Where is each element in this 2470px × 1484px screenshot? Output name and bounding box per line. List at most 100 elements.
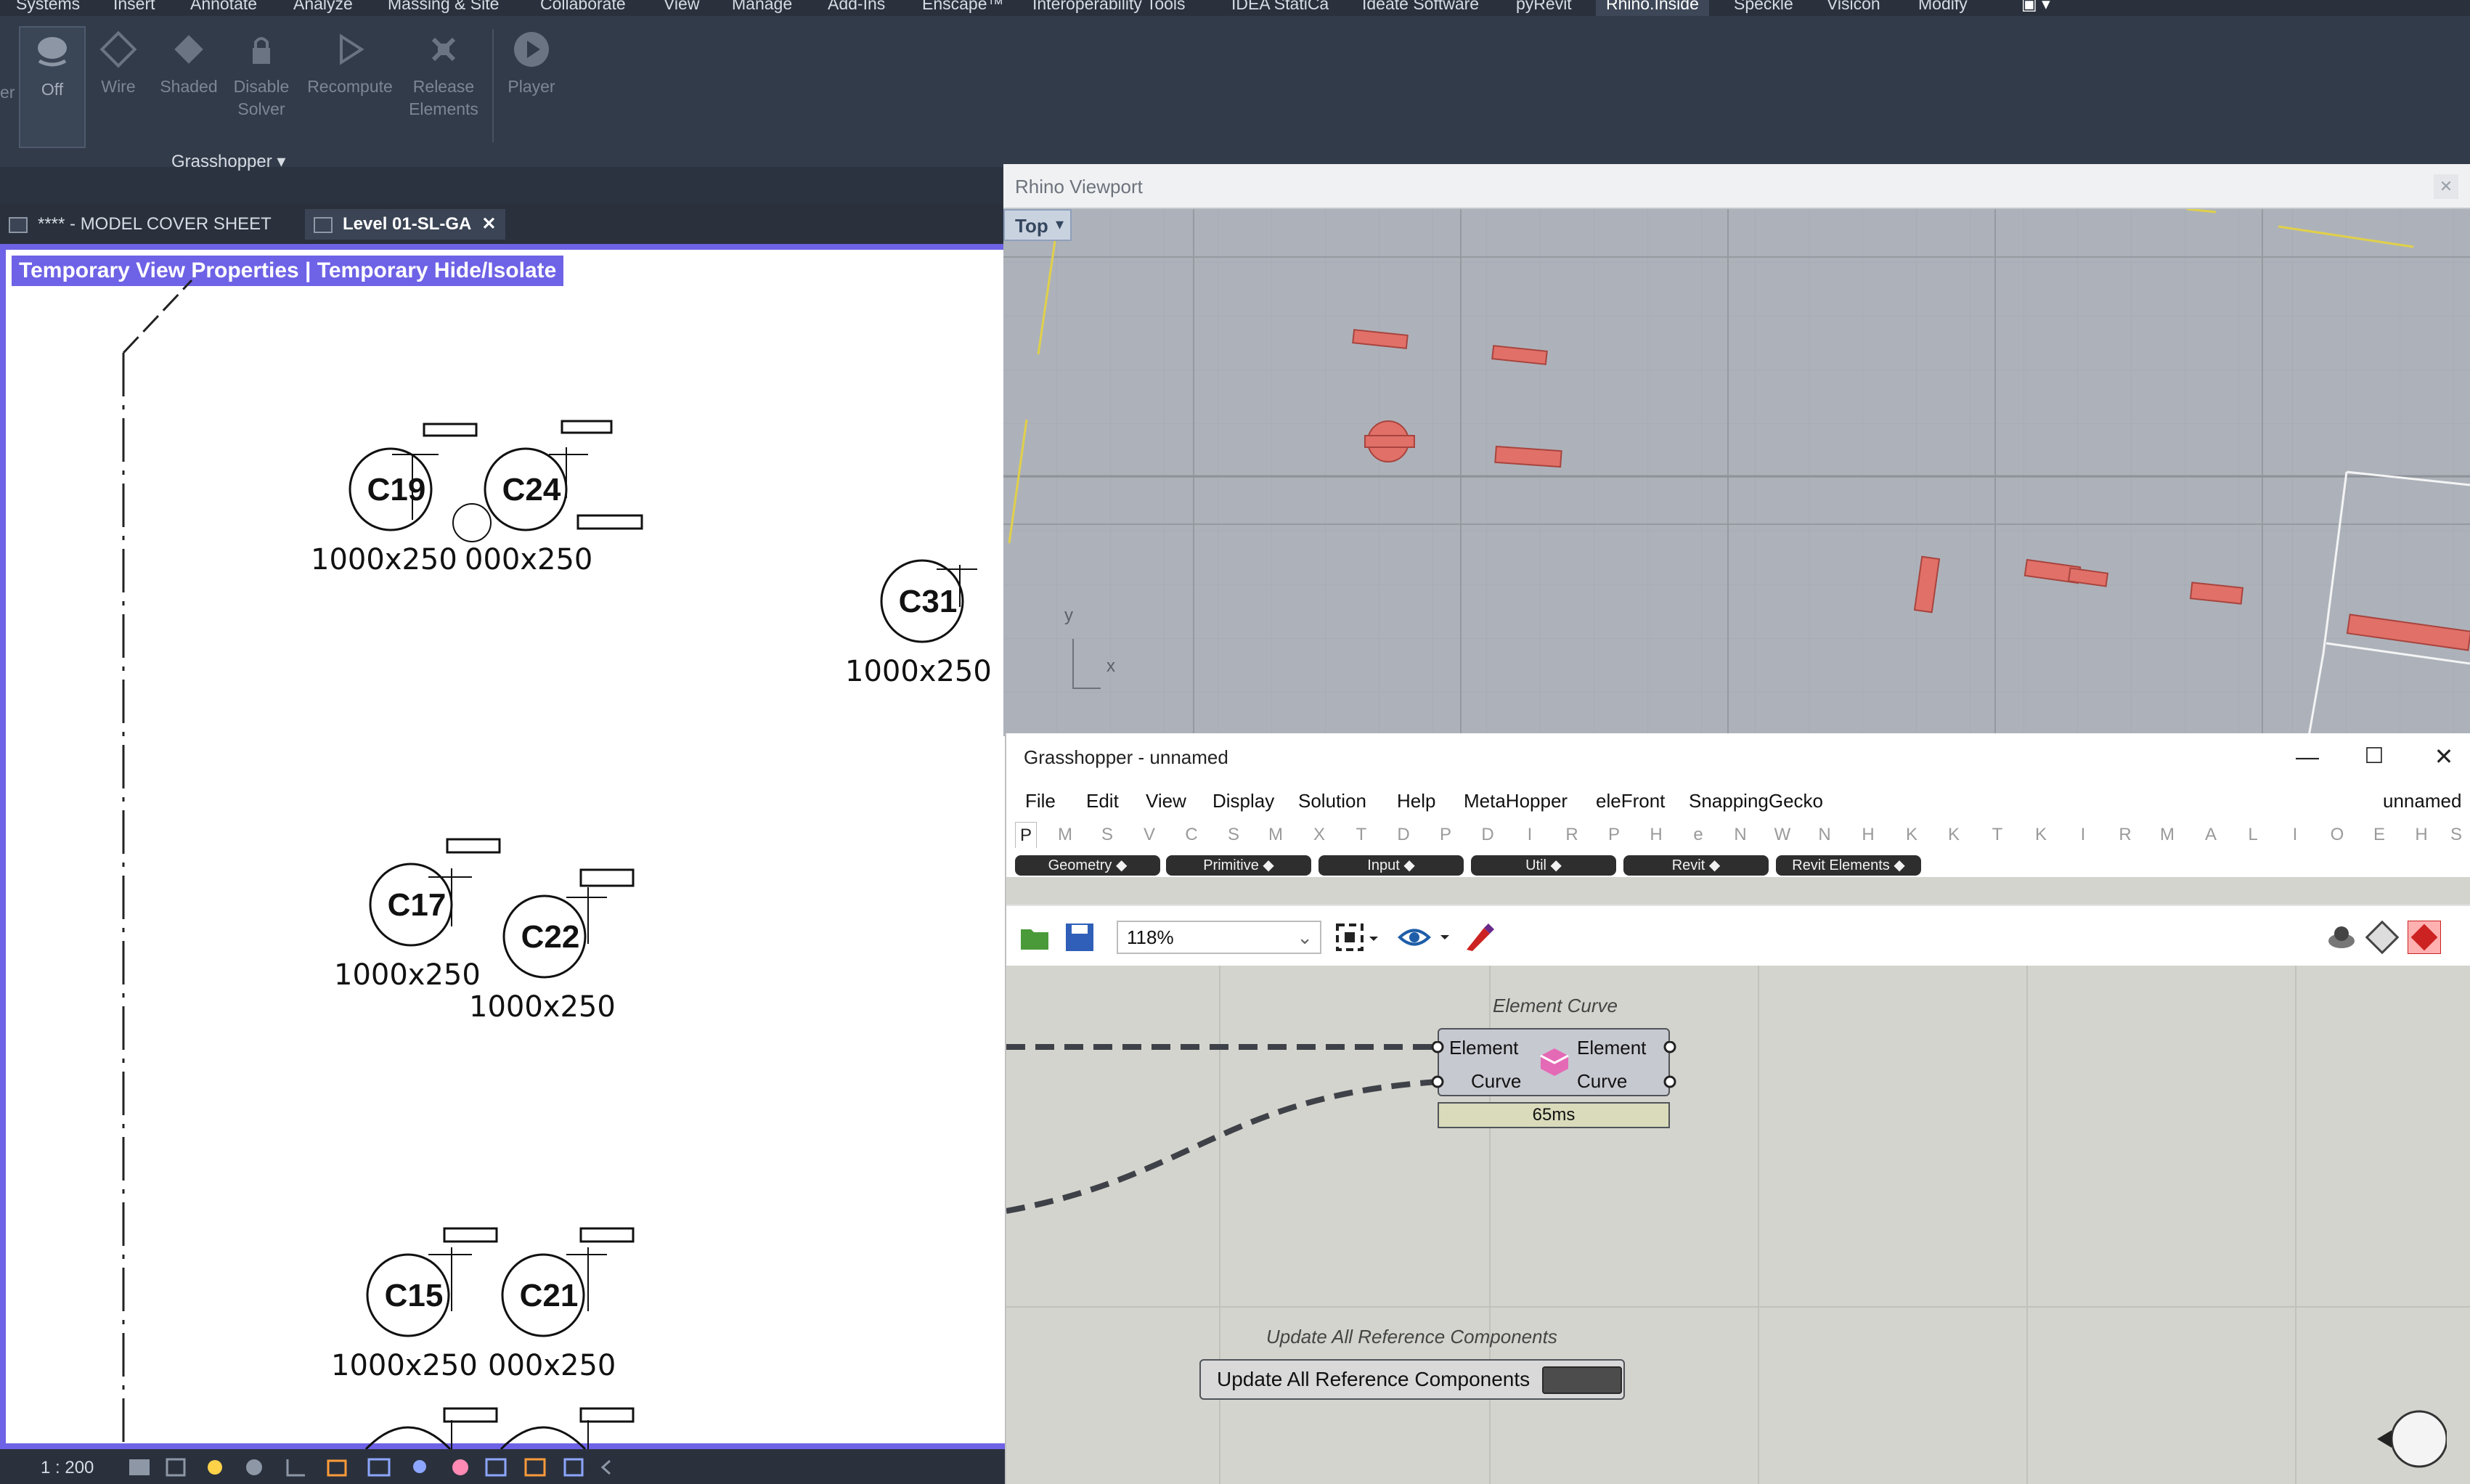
output-curve[interactable]: Curve — [1577, 1070, 1627, 1093]
menu-systems[interactable]: Systems — [16, 0, 80, 16]
navigation-compass-icon[interactable] — [2374, 1407, 2447, 1472]
output-element[interactable]: Element — [1577, 1037, 1646, 1059]
tab-n2[interactable]: N — [1814, 825, 1835, 845]
view-control-icons[interactable] — [128, 1456, 621, 1478]
tab-h[interactable]: H — [1645, 825, 1667, 845]
menu-help[interactable]: Help — [1397, 790, 1435, 812]
menu-interoperability-tools[interactable]: Interoperability Tools — [1032, 0, 1186, 16]
tab-e[interactable]: e — [1687, 825, 1709, 845]
menu-pyrevit[interactable]: pyRevit — [1516, 0, 1572, 16]
input-curve[interactable]: Curve — [1471, 1070, 1521, 1093]
column-tag-c31[interactable]: C31 — [881, 584, 974, 620]
group-primitive[interactable]: Primitive ◆ — [1166, 855, 1311, 876]
tab-display[interactable]: D — [1393, 825, 1414, 845]
tab-k3[interactable]: K — [2030, 825, 2052, 845]
camera-dropdown-icon[interactable]: ▣ ▾ — [2021, 0, 2050, 16]
tab-curve[interactable]: C — [1181, 825, 1202, 845]
menu-analyze[interactable]: Analyze — [293, 0, 353, 16]
maximize-icon[interactable]: ☐ — [2360, 741, 2389, 772]
tab-w[interactable]: W — [1772, 825, 1793, 845]
menu-solution[interactable]: Solution — [1298, 790, 1366, 812]
tab-t[interactable]: T — [1986, 825, 2008, 845]
column-tag-c15[interactable]: C15 — [367, 1278, 460, 1314]
tab-i3[interactable]: I — [2284, 825, 2306, 845]
recompute-button[interactable]: Recompute — [299, 29, 401, 98]
menu-idea-statica[interactable]: IDEA StatiCa — [1231, 0, 1329, 16]
grasshopper-canvas[interactable]: Element Curve Element Curve Element Curv… — [1006, 966, 2470, 1484]
tab-h2[interactable]: H — [1857, 825, 1879, 845]
rhino-viewport-canvas[interactable] — [1003, 209, 2470, 736]
tab-transform[interactable]: T — [1350, 825, 1372, 845]
zoom-combobox[interactable]: 118% ⌄ — [1117, 921, 1321, 954]
shaded-preview-icon[interactable] — [2365, 921, 2399, 954]
view-scale[interactable]: 1 : 200 — [41, 1458, 94, 1478]
menu-annotate[interactable]: Annotate — [190, 0, 257, 16]
button-toggle[interactable] — [1542, 1366, 1622, 1394]
tab-k2[interactable]: K — [1943, 825, 1965, 845]
tab-sets[interactable]: S — [1096, 825, 1118, 845]
tab-p2[interactable]: P — [1603, 825, 1625, 845]
viewport-name-tab[interactable]: Top ▾ — [1003, 209, 1072, 241]
tab-intersect[interactable]: X — [1308, 825, 1330, 845]
tab-i2[interactable]: I — [2072, 825, 2094, 845]
save-file-icon[interactable] — [1063, 921, 1096, 954]
tab-level-01-sl-ga[interactable]: Level 01-SL-GA ✕ — [305, 209, 505, 240]
menu-elefront[interactable]: eleFront — [1596, 790, 1665, 812]
grasshopper-panel-title[interactable]: Grasshopper ▾ — [171, 151, 285, 172]
tab-p[interactable]: P — [1435, 825, 1456, 845]
off-button[interactable]: Off — [19, 26, 86, 148]
tab-a[interactable]: A — [2200, 825, 2222, 845]
menu-manage[interactable]: Manage — [732, 0, 792, 16]
tab-h3[interactable]: H — [2410, 825, 2432, 845]
menu-insert[interactable]: Insert — [113, 0, 155, 16]
group-input[interactable]: Input ◆ — [1318, 855, 1464, 876]
group-revit-elements[interactable]: Revit Elements ◆ — [1776, 855, 1921, 876]
update-all-reference-components-button[interactable]: Update All Reference Components — [1199, 1359, 1625, 1400]
open-file-icon[interactable] — [1018, 921, 1051, 954]
menu-enscape[interactable]: Enscape™ — [922, 0, 1004, 16]
close-icon[interactable]: ✕ — [2429, 741, 2458, 772]
column-tag-c19[interactable]: C19 — [350, 472, 443, 508]
column-tag-c24[interactable]: C24 — [485, 472, 578, 508]
rhino-viewport-window[interactable]: Rhino Viewport ✕ Top ▾ y x — [1003, 164, 2470, 736]
preview-eye-icon[interactable] — [1397, 922, 1455, 953]
menu-speckle[interactable]: Speckle — [1734, 0, 1793, 16]
tab-i[interactable]: I — [1519, 825, 1541, 845]
menu-visicon[interactable]: Visicon — [1827, 0, 1880, 16]
tab-m2[interactable]: M — [2156, 825, 2178, 845]
tab-model-cover-sheet[interactable]: **** - MODEL COVER SHEET — [9, 209, 272, 240]
menu-massing-site[interactable]: Massing & Site — [388, 0, 499, 16]
tab-d[interactable]: D — [1477, 825, 1499, 845]
group-geometry[interactable]: Geometry ◆ — [1015, 855, 1160, 876]
menu-edit[interactable]: Edit — [1086, 790, 1119, 812]
menu-ideate-software[interactable]: Ideate Software — [1362, 0, 1479, 16]
revit-drawing-area[interactable]: Temporary View Properties | Temporary Hi… — [0, 244, 1009, 1449]
shaded-button[interactable]: Shaded — [154, 29, 224, 98]
menu-metahopper[interactable]: MetaHopper — [1464, 790, 1568, 812]
tab-k[interactable]: K — [1901, 825, 1923, 845]
menu-file[interactable]: File — [1025, 790, 1056, 812]
menu-snappinggecko[interactable]: SnappingGecko — [1689, 790, 1823, 812]
group-revit[interactable]: Revit ◆ — [1623, 855, 1769, 876]
grasshopper-title-bar[interactable]: Grasshopper - unnamed — ☐ ✕ — [1006, 733, 2470, 781]
selected-preview-icon[interactable] — [2408, 921, 2441, 954]
menu-collaborate[interactable]: Collaborate — [540, 0, 626, 16]
tab-params[interactable]: P — [1015, 822, 1037, 848]
tab-mesh[interactable]: M — [1265, 825, 1287, 845]
menu-view[interactable]: View — [1146, 790, 1186, 812]
tab-maths[interactable]: M — [1054, 825, 1076, 845]
zoom-extents-icon[interactable] — [1334, 922, 1382, 953]
rhino-title-bar[interactable]: Rhino Viewport ✕ — [1003, 164, 2470, 209]
column-tag-c22[interactable]: C22 — [504, 919, 597, 955]
menu-view[interactable]: View — [664, 0, 699, 16]
grasshopper-window[interactable]: Grasshopper - unnamed — ☐ ✕ File Edit Vi… — [1005, 733, 2470, 1484]
wireframe-preview-icon[interactable] — [2325, 921, 2358, 954]
tab-l[interactable]: L — [2242, 825, 2264, 845]
tab-s2[interactable]: S — [2445, 825, 2467, 845]
sketch-pen-icon[interactable] — [1462, 921, 1496, 954]
player-button[interactable]: Player — [501, 29, 562, 98]
tab-n[interactable]: N — [1729, 825, 1751, 845]
close-icon[interactable]: ✕ — [2434, 174, 2458, 199]
column-tag-c17[interactable]: C17 — [370, 887, 463, 924]
tab-r[interactable]: R — [2114, 825, 2136, 845]
